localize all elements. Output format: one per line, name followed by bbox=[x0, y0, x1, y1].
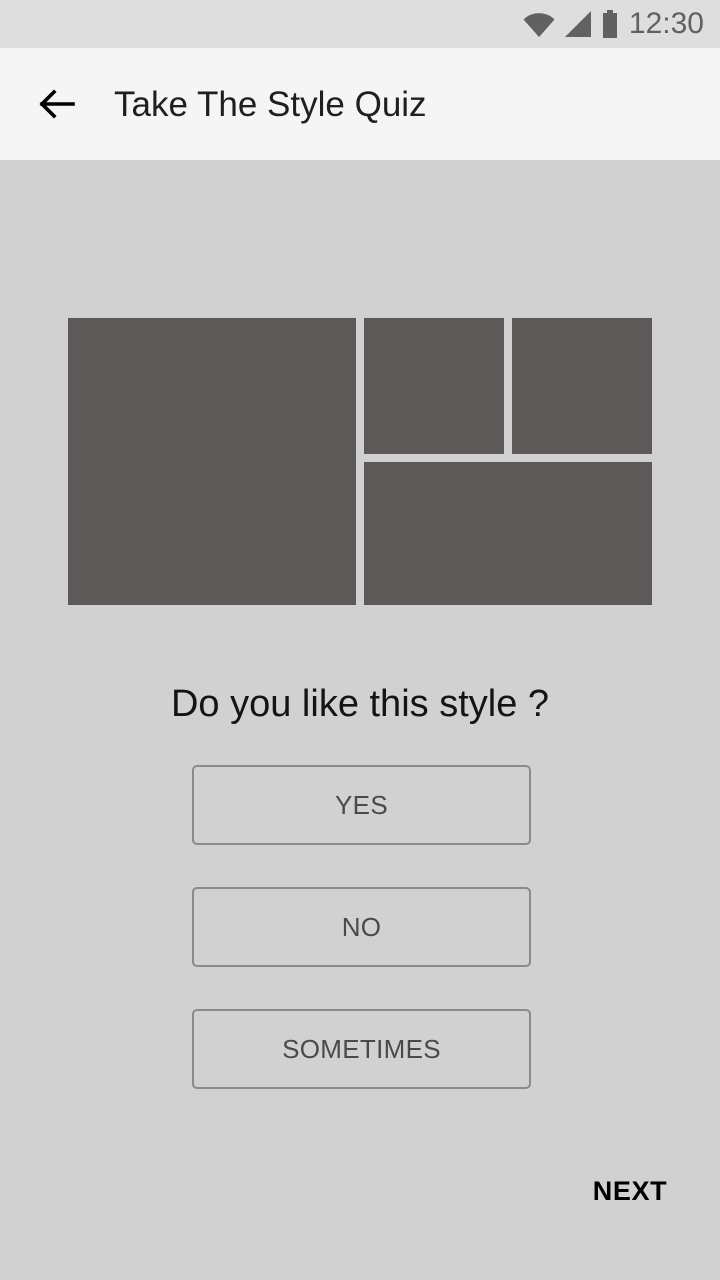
cellular-signal-icon bbox=[564, 11, 593, 37]
wifi-icon bbox=[522, 11, 556, 37]
style-image-top-middle[interactable] bbox=[364, 318, 504, 454]
page-title: Take The Style Quiz bbox=[114, 84, 427, 124]
answer-option-yes[interactable]: YES bbox=[192, 765, 531, 845]
style-image-large-left[interactable] bbox=[68, 318, 356, 605]
battery-icon bbox=[602, 10, 618, 38]
back-arrow-icon[interactable] bbox=[20, 68, 92, 140]
answer-option-no[interactable]: NO bbox=[192, 887, 531, 967]
app-bar: Take The Style Quiz bbox=[0, 48, 720, 160]
status-bar: 12:30 bbox=[0, 0, 720, 48]
style-quiz-screen: 12:30 Take The Style Quiz Do you like th… bbox=[0, 0, 720, 1280]
quiz-content: Do you like this style ? YES NO SOMETIME… bbox=[0, 160, 720, 1280]
answer-option-sometimes[interactable]: SOMETIMES bbox=[192, 1009, 531, 1089]
style-image-bottom-right[interactable] bbox=[364, 462, 652, 605]
status-bar-icons bbox=[522, 10, 618, 38]
quiz-question: Do you like this style ? bbox=[170, 683, 550, 725]
style-image-collage bbox=[68, 318, 652, 605]
status-bar-clock: 12:30 bbox=[628, 7, 704, 40]
next-button[interactable]: NEXT bbox=[568, 1165, 720, 1217]
style-image-top-right[interactable] bbox=[512, 318, 652, 454]
